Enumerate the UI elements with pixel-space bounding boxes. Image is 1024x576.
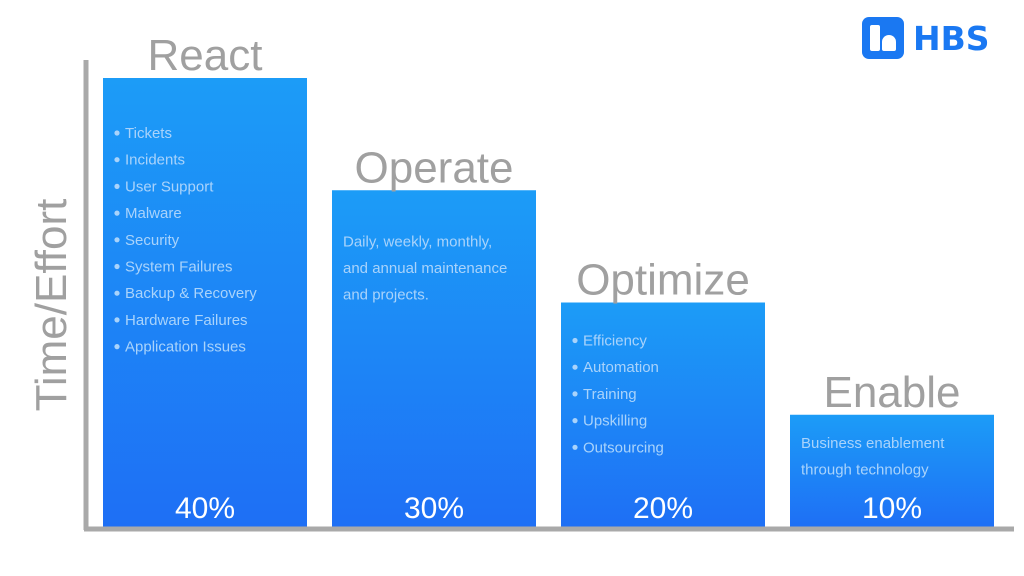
description-item: Malware [125, 205, 182, 222]
category-label: Optimize [576, 256, 750, 305]
description-line: and projects. [343, 287, 429, 304]
bullet-icon [572, 391, 578, 397]
value-label: 10% [862, 492, 922, 525]
bullet-icon [114, 183, 120, 189]
bullet-icon [572, 337, 578, 344]
bullet-icon [572, 444, 578, 450]
bullet-icon [114, 130, 120, 136]
description-item: Efficiency [583, 333, 647, 350]
description-item: Backup & Recovery [125, 285, 257, 302]
bar-chart: React 40% Tickets Incidents User Support Malw… [27, 31, 1014, 532]
description-item: Hardware Failures [125, 312, 248, 329]
bullet-icon [572, 418, 578, 424]
bullet-icon [114, 237, 120, 243]
description-item: Training [583, 386, 637, 403]
hbs-logo-icon [862, 17, 904, 59]
bullet-icon [114, 344, 120, 350]
description-item: Outsourcing [583, 439, 664, 456]
category-label: Operate [355, 143, 514, 192]
bullet-icon [114, 317, 120, 323]
value-label: 30% [404, 492, 464, 525]
description-item: Tickets [125, 125, 172, 142]
brand-name: HBS [913, 18, 990, 58]
bullet-icon [114, 157, 120, 163]
bullet-icon [114, 290, 120, 296]
description-line: Business enablement [801, 435, 945, 452]
description-item: Automation [583, 359, 659, 376]
description-item: Upskilling [583, 413, 647, 430]
description-line: Daily, weekly, monthly, [343, 233, 492, 250]
description-item: User Support [125, 178, 214, 195]
description-item: Security [125, 232, 180, 249]
description-line: and annual maintenance [343, 260, 507, 277]
description-item: System Failures [125, 259, 233, 276]
description-line: through technology [801, 461, 929, 478]
bullet-icon [114, 263, 120, 270]
description-item: Application Issues [125, 339, 246, 356]
y-axis-label: Time/Effort [27, 199, 76, 412]
bullet-icon [114, 210, 120, 216]
hbs-logo[interactable]: HBS [862, 17, 990, 59]
bullet-icon [572, 364, 578, 370]
value-label: 20% [633, 492, 693, 525]
bar-react [103, 78, 307, 527]
value-label: 40% [175, 492, 235, 525]
category-label: Enable [823, 368, 960, 417]
description-item: Incidents [125, 152, 185, 169]
category-label: React [148, 31, 263, 80]
